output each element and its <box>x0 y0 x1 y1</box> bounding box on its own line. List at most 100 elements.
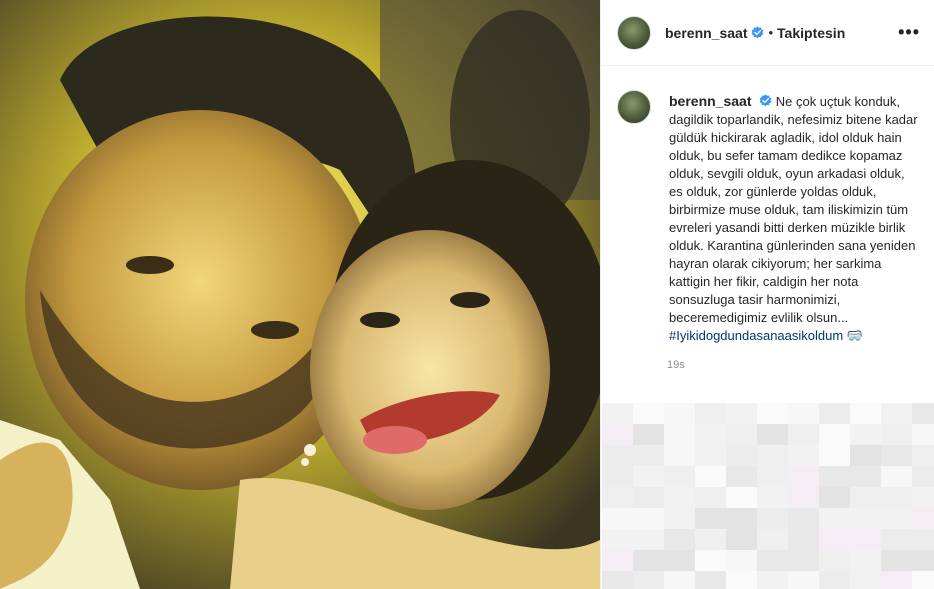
blur-cell <box>726 550 758 572</box>
blur-cell <box>881 424 913 446</box>
blur-cell <box>819 508 851 530</box>
blur-cell <box>819 550 851 572</box>
blur-cell <box>664 403 696 425</box>
follow-status-button[interactable]: Takiptesin <box>777 25 845 41</box>
caption-text: Ne çok uçtuk konduk, dagildik toparlandi… <box>669 94 918 325</box>
selfie-illustration <box>0 0 600 589</box>
blur-cell <box>757 424 789 446</box>
blur-cell <box>695 550 727 572</box>
more-options-icon[interactable]: ••• <box>898 22 920 43</box>
blur-cell <box>912 550 934 572</box>
blur-cell <box>726 466 758 488</box>
blur-cell <box>633 508 665 530</box>
blur-cell <box>788 424 820 446</box>
blur-cell <box>602 550 634 572</box>
blur-cell <box>912 466 934 488</box>
blur-cell <box>726 508 758 530</box>
blur-cell <box>881 508 913 530</box>
blur-cell <box>726 487 758 509</box>
blur-cell <box>788 508 820 530</box>
blur-cell <box>819 424 851 446</box>
blur-cell <box>695 571 727 589</box>
blur-cell <box>757 529 789 551</box>
blur-cell <box>602 424 634 446</box>
blur-cell <box>602 445 634 467</box>
verified-badge-icon <box>752 26 764 39</box>
blur-cell <box>881 466 913 488</box>
blur-cell <box>912 487 934 509</box>
blur-cell <box>912 403 934 425</box>
caption-username-link[interactable]: berenn_saat <box>669 93 751 109</box>
blur-cell <box>912 445 934 467</box>
post-timestamp[interactable]: 19s <box>667 359 934 371</box>
blur-cell <box>664 571 696 589</box>
blur-cell <box>602 508 634 530</box>
blur-cell <box>726 403 758 425</box>
avatar[interactable] <box>617 15 651 50</box>
blur-cell <box>664 529 696 551</box>
caption-avatar[interactable] <box>617 90 651 124</box>
blur-cell <box>664 445 696 467</box>
blur-cell <box>850 508 882 530</box>
blur-cell <box>912 529 934 551</box>
blur-cell <box>788 571 820 589</box>
separator-dot: • <box>768 25 774 40</box>
blur-cell <box>788 466 820 488</box>
blur-cell <box>664 424 696 446</box>
blur-cell <box>850 487 882 509</box>
blur-cell <box>695 403 727 425</box>
caption-comment: berenn_saat Ne çok uçtuk konduk, dagildi… <box>601 66 934 345</box>
blur-cell <box>912 508 934 530</box>
blur-cell <box>633 487 665 509</box>
blur-cell <box>757 508 789 530</box>
blur-cell <box>633 445 665 467</box>
blur-cell <box>757 487 789 509</box>
caption-text-block: berenn_saat Ne çok uçtuk konduk, dagildi… <box>669 92 918 345</box>
blur-cell <box>881 529 913 551</box>
blur-cell <box>881 403 913 425</box>
emoji: 🥽 <box>846 328 863 343</box>
blur-cell <box>788 403 820 425</box>
blur-cell <box>633 403 665 425</box>
blur-cell <box>664 508 696 530</box>
blur-cell <box>850 403 882 425</box>
blur-cell <box>757 550 789 572</box>
username-link[interactable]: berenn_saat <box>665 25 747 41</box>
blur-cell <box>850 550 882 572</box>
blur-cell <box>819 529 851 551</box>
blur-cell <box>602 403 634 425</box>
blur-cell <box>695 424 727 446</box>
blur-cell <box>819 466 851 488</box>
blur-cell <box>819 403 851 425</box>
blur-cell <box>881 550 913 572</box>
blur-cell <box>695 445 727 467</box>
blur-cell <box>850 424 882 446</box>
blur-cell <box>788 550 820 572</box>
blur-cell <box>850 571 882 589</box>
blur-cell <box>695 529 727 551</box>
blur-cell <box>819 445 851 467</box>
blur-cell <box>912 571 934 589</box>
blur-cell <box>602 571 634 589</box>
blur-cell <box>633 550 665 572</box>
blur-cell <box>757 466 789 488</box>
blurred-comments-area <box>602 403 934 589</box>
instagram-post: berenn_saat • Takiptesin ••• berenn_saat… <box>0 0 934 589</box>
blur-cell <box>602 529 634 551</box>
blur-cell <box>788 445 820 467</box>
blur-cell <box>726 424 758 446</box>
blur-cell <box>850 466 882 488</box>
blur-cell <box>695 466 727 488</box>
hashtag-link[interactable]: #Iyikidogdundasanaasikoldum <box>669 328 843 343</box>
blur-cell <box>757 403 789 425</box>
blur-cell <box>819 571 851 589</box>
post-header: berenn_saat • Takiptesin ••• <box>601 0 934 66</box>
blur-cell <box>850 529 882 551</box>
blur-cell <box>695 487 727 509</box>
blur-cell <box>819 487 851 509</box>
blur-cell <box>664 550 696 572</box>
post-photo[interactable] <box>0 0 600 589</box>
blur-cell <box>850 445 882 467</box>
blur-cell <box>695 508 727 530</box>
blur-cell <box>881 445 913 467</box>
